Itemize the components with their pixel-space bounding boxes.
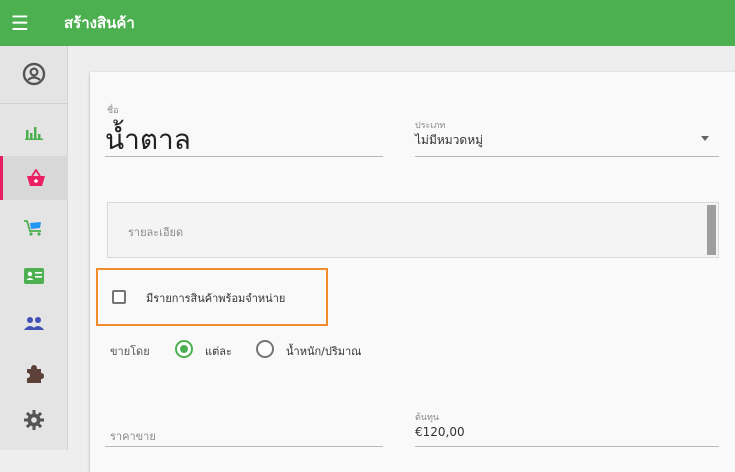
- description-scrollbar[interactable]: [707, 205, 716, 255]
- available-label[interactable]: มีรายการสินค้าพร้อมจำหน่าย: [146, 289, 285, 307]
- page-title: สร้างสินค้า: [64, 14, 135, 32]
- price-input[interactable]: ราคาขาย: [110, 427, 156, 445]
- category-underline: [415, 156, 719, 157]
- radio-weight-label[interactable]: น้ำหนัก/ปริมาณ: [286, 342, 361, 360]
- radio-each[interactable]: [175, 340, 193, 358]
- radio-weight[interactable]: [256, 340, 274, 358]
- cost-input[interactable]: €120,00: [415, 425, 465, 439]
- category-label: ประเภท: [415, 121, 446, 131]
- id-card-icon[interactable]: [0, 254, 68, 298]
- name-label: ชื่อ: [107, 106, 119, 116]
- cost-underline: [415, 446, 719, 447]
- cost-label: ต้นทุน: [415, 413, 440, 423]
- description-placeholder: รายละเอียด: [128, 226, 184, 239]
- app-header: ☰ สร้างสินค้า: [0, 0, 735, 46]
- puzzle-icon[interactable]: [0, 352, 68, 396]
- sidebar: [0, 46, 68, 450]
- basket-icon[interactable]: [0, 156, 68, 200]
- hamburger-icon[interactable]: ☰: [0, 0, 40, 46]
- sold-by-label: ขายโดย: [110, 345, 150, 358]
- available-checkbox[interactable]: [112, 290, 126, 304]
- sidebar-divider: [0, 103, 68, 104]
- chevron-down-icon[interactable]: [701, 136, 709, 141]
- people-icon[interactable]: [0, 302, 68, 346]
- category-select[interactable]: ไม่มีหมวดหมู่: [415, 131, 483, 150]
- cart-icon[interactable]: [0, 206, 68, 250]
- name-underline: [105, 156, 383, 157]
- account-circle-icon[interactable]: [0, 52, 68, 96]
- description-field[interactable]: รายละเอียด: [107, 202, 719, 258]
- radio-each-label[interactable]: แต่ละ: [205, 342, 232, 360]
- bar-chart-icon[interactable]: [0, 110, 68, 154]
- gear-icon[interactable]: [0, 398, 68, 442]
- price-underline: [105, 446, 383, 447]
